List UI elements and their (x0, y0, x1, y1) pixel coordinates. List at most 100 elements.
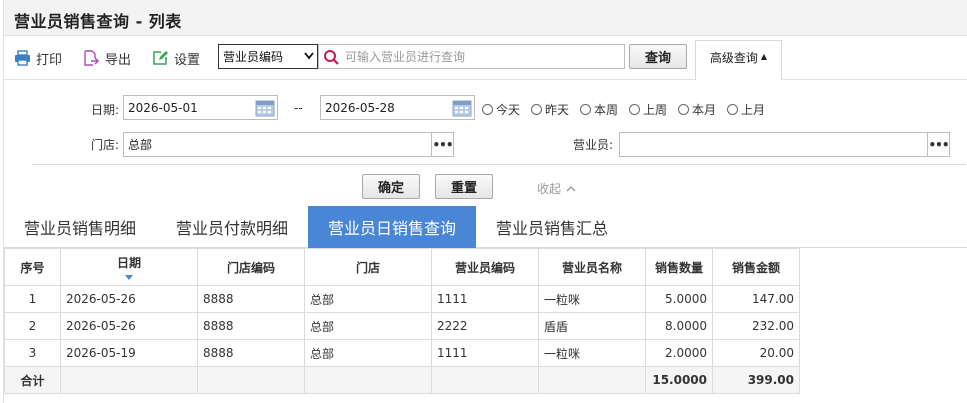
calendar-icon[interactable] (255, 98, 275, 117)
toolbar: 打印 导出 设置 营业员编码 查询 高级查询 ▲ (4, 36, 967, 81)
date-to-field[interactable]: 2026-05-28 (320, 95, 475, 120)
title-bar: 营业员销售查询 - 列表 (4, 0, 967, 36)
total-amount: 399.00 (712, 366, 800, 394)
reset-button[interactable]: 重置 (435, 174, 493, 199)
confirm-button[interactable]: 确定 (362, 174, 420, 199)
store-label: 门店: (91, 138, 120, 152)
tab-clerk-sales-summary[interactable]: 营业员销售汇总 (476, 206, 628, 248)
settings-button[interactable]: 设置 (152, 48, 200, 68)
chevron-down-icon (304, 52, 314, 60)
calendar-icon[interactable] (452, 98, 472, 117)
cell-empty (197, 366, 305, 394)
date-from-value: 2026-05-01 (128, 100, 198, 115)
column-header-index[interactable]: 序号 (4, 248, 61, 286)
cell-store-code: 8888 (197, 339, 305, 367)
print-button[interactable]: 打印 (14, 48, 62, 68)
cell-clerk-name: 一粒咪 (538, 339, 646, 367)
cell-amount: 147.00 (712, 285, 800, 313)
cell-empty (431, 366, 539, 394)
column-header-clerk-name[interactable]: 营业员名称 (538, 248, 646, 286)
radio-circle (580, 104, 591, 115)
chevron-up-icon (566, 185, 576, 191)
table-header-row: 序号 日期 门店编码 门店 营业员编码 营业员名称 销售数量 销售金额 (4, 248, 800, 286)
cell-amount: 232.00 (712, 312, 800, 340)
cell-clerk-name: 一粒咪 (538, 285, 646, 313)
cell-store-code: 8888 (197, 285, 305, 313)
radio-circle (629, 104, 640, 115)
cell-date: 2026-05-26 (60, 312, 198, 340)
table-row[interactable]: 1 2026-05-26 8888 总部 1111 一粒咪 5.0000 147… (4, 285, 800, 313)
store-picker-button[interactable]: ••• (431, 133, 454, 156)
cell-index: 3 (4, 339, 61, 367)
column-header-qty[interactable]: 销售数量 (645, 248, 713, 286)
search-box (318, 44, 625, 69)
range-label: 今天 (496, 103, 521, 117)
tab-clerk-daily-sales[interactable]: 营业员日销售查询 (308, 206, 476, 248)
clerk-field[interactable]: ••• (619, 132, 950, 157)
printer-icon (15, 50, 30, 66)
cell-clerk-code: 1111 (431, 339, 539, 367)
cell-store: 总部 (304, 285, 432, 313)
advanced-filter-panel: 日期: 2026-05-01 -- 2026-05-28 今天 昨天 本周 上周… (4, 80, 967, 206)
cell-empty (538, 366, 646, 394)
cell-store-code: 8888 (197, 312, 305, 340)
sales-table: 序号 日期 门店编码 门店 营业员编码 营业员名称 销售数量 销售金额 1 20… (4, 248, 800, 394)
date-from-field[interactable]: 2026-05-01 (123, 95, 278, 120)
range-radio-last-month[interactable]: 上月 (727, 101, 765, 118)
table-row[interactable]: 3 2026-05-19 8888 总部 1111 一粒咪 2.0000 20.… (4, 339, 800, 367)
cell-date: 2026-05-19 (60, 339, 198, 367)
date-to-value: 2026-05-28 (325, 100, 395, 115)
range-radio-today[interactable]: 今天 (482, 101, 520, 118)
cell-qty: 2.0000 (645, 339, 713, 367)
radio-circle (482, 104, 493, 115)
range-radio-this-month[interactable]: 本月 (678, 101, 716, 118)
clerk-label: 营业员: (573, 138, 614, 152)
range-radio-last-week[interactable]: 上周 (629, 101, 667, 118)
date-label: 日期: (91, 103, 120, 117)
store-field[interactable]: 总部 ••• (123, 132, 454, 157)
column-header-date[interactable]: 日期 (60, 248, 198, 286)
column-header-date-label: 日期 (116, 256, 141, 270)
total-qty: 15.0000 (645, 366, 713, 394)
range-label: 本月 (692, 103, 717, 117)
cell-amount: 20.00 (712, 339, 800, 367)
caret-up-icon: ▲ (760, 52, 768, 61)
cell-store: 总部 (304, 312, 432, 340)
radio-circle (678, 104, 689, 115)
query-button[interactable]: 查询 (629, 44, 687, 69)
range-label: 上周 (643, 103, 668, 117)
date-range-separator: -- (294, 101, 303, 115)
column-header-amount[interactable]: 销售金额 (712, 248, 800, 286)
cell-clerk-code: 1111 (431, 285, 539, 313)
search-field-value: 营业员编码 (223, 50, 284, 64)
range-label: 本周 (594, 103, 619, 117)
cell-qty: 8.0000 (645, 312, 713, 340)
total-label: 合计 (4, 366, 61, 394)
cell-index: 2 (4, 312, 61, 340)
tab-clerk-sales-detail[interactable]: 营业员销售明细 (4, 206, 156, 248)
range-radio-yesterday[interactable]: 昨天 (531, 101, 569, 118)
result-tabs: 营业员销售明细 营业员付款明细 营业员日销售查询 营业员销售汇总 (4, 206, 967, 248)
radio-circle (727, 104, 738, 115)
range-label: 上月 (741, 103, 766, 117)
tab-clerk-payment-detail[interactable]: 营业员付款明细 (156, 206, 308, 248)
table-row[interactable]: 2 2026-05-26 8888 总部 2222 盾盾 8.0000 232.… (4, 312, 800, 340)
page-title: 营业员销售查询 - 列表 (14, 12, 182, 31)
column-header-store-code[interactable]: 门店编码 (197, 248, 305, 286)
range-radio-this-week[interactable]: 本周 (580, 101, 618, 118)
advanced-query-toggle[interactable]: 高级查询 ▲ (695, 40, 782, 81)
export-button[interactable]: 导出 (83, 48, 131, 68)
export-icon (84, 50, 100, 66)
clerk-picker-button[interactable]: ••• (927, 133, 950, 156)
cell-date: 2026-05-26 (60, 285, 198, 313)
column-header-store[interactable]: 门店 (304, 248, 432, 286)
cell-index: 1 (4, 285, 61, 313)
cell-empty (304, 366, 432, 394)
advanced-query-label: 高级查询 (709, 51, 758, 65)
collapse-label: 收起 (537, 182, 562, 196)
collapse-toggle[interactable]: 收起 (537, 180, 577, 197)
cell-empty (60, 366, 198, 394)
search-field-select[interactable]: 营业员编码 (218, 44, 318, 69)
search-input[interactable] (343, 46, 623, 67)
column-header-clerk-code[interactable]: 营业员编码 (431, 248, 539, 286)
